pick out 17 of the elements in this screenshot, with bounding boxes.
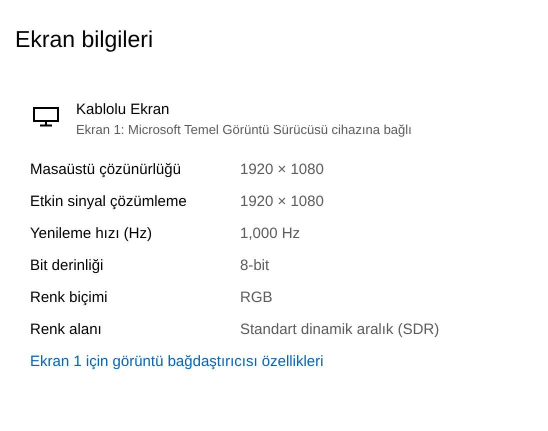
property-label: Etkin sinyal çözümleme [30, 192, 188, 212]
page-title: Ekran bilgileri [15, 25, 154, 54]
property-label: Masaüstü çözünürlüğü [30, 160, 182, 180]
adapter-properties-link[interactable]: Ekran 1 için görüntü bağdaştırıcısı özellikleri [30, 346, 324, 378]
property-value: RGB [240, 288, 274, 308]
property-value: 1920 × 1080 [240, 160, 325, 180]
display-name: Kablolu Ekran [76, 100, 170, 120]
property-value: 1,000 Hz [240, 224, 302, 244]
property-label: Renk biçimi [30, 288, 109, 308]
property-label: Bit derinliği [30, 256, 104, 276]
property-value: Standart dinamik aralık (SDR) [240, 320, 440, 340]
property-value: 1920 × 1080 [240, 192, 325, 212]
display-description: Ekran 1: Microsoft Temel Görüntü Sürücüsü cihazına bağlı [76, 121, 412, 139]
property-label: Renk alanı [30, 320, 103, 340]
monitor-icon [33, 107, 59, 127]
property-value: 8-bit [240, 256, 270, 276]
property-label: Yenileme hızı (Hz) [30, 224, 153, 244]
